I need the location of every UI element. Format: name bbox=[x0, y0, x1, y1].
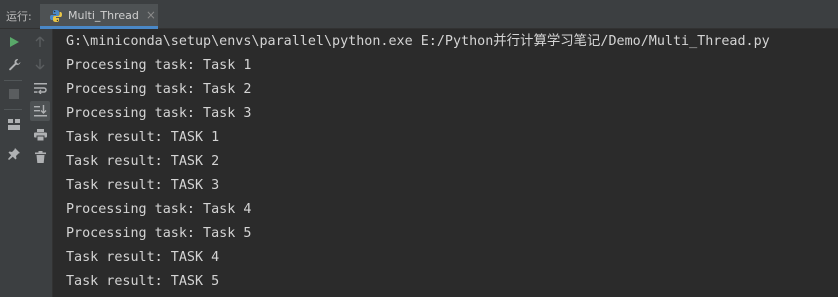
console-line: Task result: TASK 1 bbox=[66, 130, 220, 145]
run-icon[interactable] bbox=[4, 32, 24, 52]
pin-icon[interactable] bbox=[4, 144, 24, 164]
console-line: Task result: TASK 4 bbox=[66, 250, 220, 265]
wrench-icon[interactable] bbox=[4, 54, 24, 74]
up-arrow-icon[interactable] bbox=[30, 32, 50, 52]
trash-icon[interactable] bbox=[30, 147, 50, 167]
console-line: Task result: TASK 2 bbox=[66, 154, 220, 169]
console-line: Processing task: Task 5 bbox=[66, 226, 252, 241]
run-label: 运行: bbox=[6, 10, 32, 23]
layout-icon[interactable] bbox=[4, 114, 24, 134]
console-line-command: G:\miniconda\setup\envs\parallel\python.… bbox=[66, 34, 770, 49]
toolbar-divider bbox=[4, 109, 22, 110]
down-arrow-icon[interactable] bbox=[30, 54, 50, 74]
console-line: Processing task: Task 4 bbox=[66, 202, 252, 217]
tab-label: Multi_Thread bbox=[68, 8, 139, 22]
run-toolbar-secondary bbox=[28, 29, 53, 297]
console-line: Task result: TASK 5 bbox=[66, 274, 220, 289]
stop-icon[interactable] bbox=[4, 84, 24, 104]
run-toolbar-primary bbox=[0, 29, 28, 297]
run-tab-bar: 运行: Multi_Thread × bbox=[0, 0, 838, 29]
console-line: Task result: TASK 3 bbox=[66, 178, 220, 193]
run-tool-window: 运行: Multi_Thread × G:\miniconda\setup\en… bbox=[0, 0, 838, 297]
console-line: Processing task: Task 3 bbox=[66, 106, 252, 121]
scroll-to-end-icon[interactable] bbox=[30, 101, 50, 121]
python-icon bbox=[49, 8, 63, 22]
console-line: Processing task: Task 2 bbox=[66, 82, 252, 97]
tab-multi-thread[interactable]: Multi_Thread × bbox=[40, 4, 158, 29]
print-icon[interactable] bbox=[30, 125, 50, 145]
console-output[interactable]: G:\miniconda\setup\envs\parallel\python.… bbox=[54, 29, 838, 297]
console-line: Processing task: Task 1 bbox=[66, 58, 252, 73]
soft-wrap-icon[interactable] bbox=[30, 78, 50, 98]
close-icon[interactable]: × bbox=[146, 9, 156, 21]
toolbar-divider bbox=[4, 80, 22, 81]
